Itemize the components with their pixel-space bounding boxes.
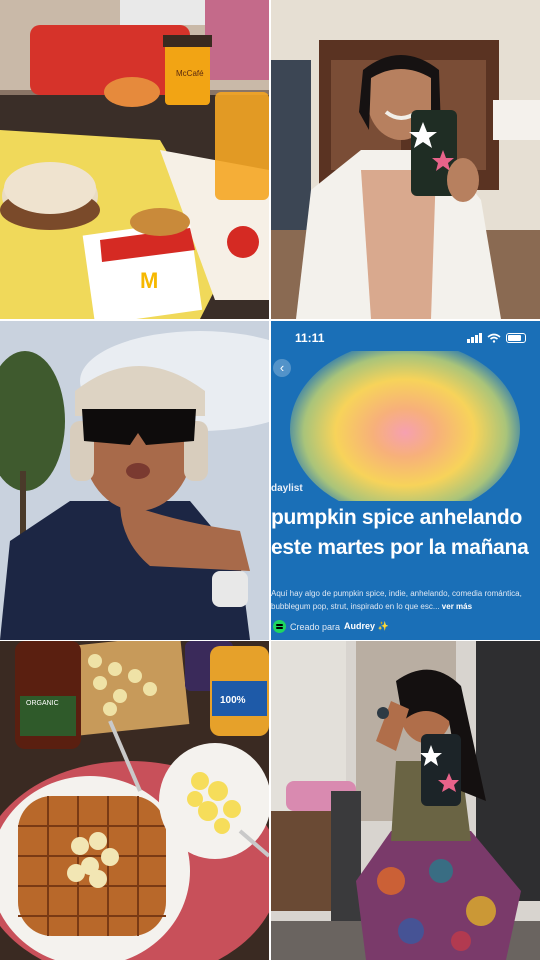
spotify-daylist-screenshot: 11:11 ‹ daylist pumpkin spice anhelando …	[271, 321, 540, 640]
jar-label-text: 100%	[220, 695, 246, 706]
playlist-description-text: Aquí hay algo de pumpkin spice, indie, a…	[271, 589, 522, 611]
battery-icon	[506, 333, 526, 343]
mirror-selfie-patterned-pants	[271, 641, 540, 960]
created-for-prefix: Creado para	[290, 621, 341, 632]
playlist-title-line-1: pumpkin spice anhelando	[271, 506, 522, 529]
waffle-breakfast-photo: ORGANIC 100%	[0, 641, 269, 960]
spotify-logo-icon	[273, 620, 286, 633]
mirror-selfie-white-shirt	[271, 0, 540, 319]
wifi-icon	[487, 333, 501, 343]
see-more-link[interactable]: ver más	[442, 602, 472, 611]
syrup-label-text: ORGANIC	[26, 700, 59, 707]
chevron-left-icon[interactable]: ‹	[273, 359, 291, 377]
created-for: Creado para Audrey ✨	[271, 620, 389, 633]
section-label: daylist	[271, 483, 303, 494]
cup-brand-text: McCafé	[176, 69, 204, 78]
playlist-title: pumpkin spice anhelando este martes por …	[271, 503, 529, 563]
status-bar: 11:11	[295, 331, 526, 347]
playlist-description: Aquí hay algo de pumpkin spice, indie, a…	[271, 587, 540, 613]
signal-icon	[467, 333, 482, 343]
daylist-gradient-orb	[271, 351, 540, 501]
outdoor-selfie-headphones	[0, 321, 269, 640]
created-for-name: Audrey ✨	[344, 621, 389, 631]
wrapper-logo-text: M	[140, 268, 158, 293]
status-time: 11:11	[295, 331, 325, 345]
playlist-title-line-2: este martes por la mañana	[271, 536, 529, 559]
photo-collage: McCafé M 11:11 ‹ daylist pumpkin spice a…	[0, 0, 540, 960]
mcdonalds-breakfast-photo: McCafé M	[0, 0, 269, 319]
